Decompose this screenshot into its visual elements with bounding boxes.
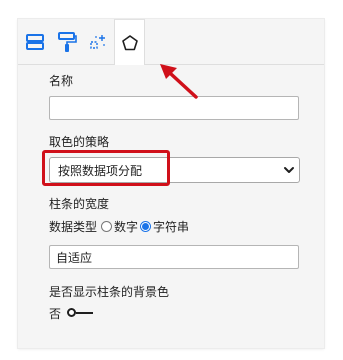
color-strategy-select[interactable]: 按照数据项分配: [49, 157, 300, 183]
tab-general[interactable]: [114, 19, 145, 65]
properties-panel: 名称 取色的策略 按照数据项分配 柱条的宽度 数据类型 数字 字符串 是否显示柱…: [18, 19, 324, 348]
panel-tab-bar: [18, 19, 324, 65]
bar-width-input[interactable]: [49, 245, 299, 269]
fields-icon: [26, 33, 44, 50]
toggle-track: [76, 312, 94, 314]
radio-number-label: 数字: [114, 219, 139, 234]
tab-format[interactable]: [52, 19, 82, 64]
tab-analytics[interactable]: [82, 19, 113, 64]
radio-string-label: 字符串: [153, 219, 190, 234]
magic-icon: [89, 34, 105, 49]
bar-width-label: 柱条的宽度: [49, 197, 110, 211]
show-bg-toggle-row: 否: [49, 305, 95, 321]
data-type-label: 数据类型: [49, 219, 98, 234]
toggle-knob: [67, 308, 77, 317]
paint-roller-icon: [58, 31, 77, 52]
name-label: 名称: [49, 74, 74, 88]
show-bg-label: 是否显示柱条的背景色: [49, 285, 170, 299]
radio-string[interactable]: [140, 220, 152, 232]
pentagon-icon: [121, 34, 138, 50]
radio-number[interactable]: [101, 220, 113, 232]
color-strategy-label: 取色的策略: [49, 135, 110, 149]
name-input[interactable]: [49, 96, 299, 120]
show-bg-state: 否: [49, 306, 62, 321]
app-root: 名称 取色的策略 按照数据项分配 柱条的宽度 数据类型 数字 字符串 是否显示柱…: [0, 0, 343, 360]
show-bg-toggle[interactable]: [67, 307, 95, 319]
color-strategy-value: 按照数据项分配: [58, 163, 143, 178]
data-type-row: 数据类型 数字 字符串: [49, 218, 189, 234]
chevron-down-icon: [279, 166, 299, 174]
tab-fields[interactable]: [18, 19, 52, 64]
